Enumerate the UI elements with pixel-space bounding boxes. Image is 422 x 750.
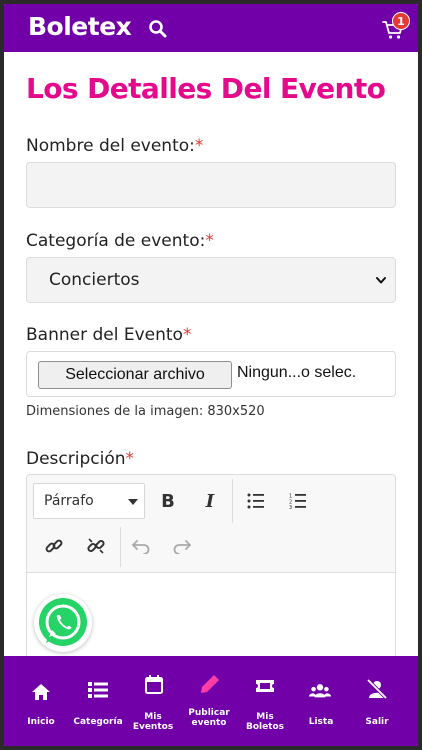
- event-name-label: Nombre del evento:*: [26, 136, 203, 156]
- description-label: Descripción*: [26, 449, 134, 469]
- search-icon[interactable]: [148, 19, 168, 39]
- nav-label: Lista: [308, 717, 334, 727]
- required-mark: *: [205, 231, 214, 251]
- numbered-list-button[interactable]: 1 2 3: [281, 484, 315, 518]
- nav-item-mis-eventos[interactable]: Mis Eventos: [130, 656, 176, 746]
- redo-button[interactable]: [165, 529, 199, 563]
- whatsapp-icon: [39, 598, 87, 646]
- unlink-button[interactable]: [79, 529, 113, 563]
- svg-text:3: 3: [289, 505, 292, 509]
- description-label-text: Descripción: [26, 449, 126, 469]
- unlink-icon: [87, 538, 105, 554]
- link-button[interactable]: [37, 529, 71, 563]
- banner-label: Banner del Evento*: [26, 325, 191, 345]
- bulleted-list-button[interactable]: [239, 484, 273, 518]
- required-mark: *: [125, 449, 135, 469]
- bold-button[interactable]: B: [151, 484, 185, 518]
- nav-label: Inicio: [27, 717, 55, 727]
- heading-select-value: Párrafo: [44, 493, 94, 509]
- nav-item-inicio[interactable]: Inicio: [18, 656, 64, 746]
- numbered-list-icon: 1 2 3: [289, 494, 306, 509]
- bulleted-list-icon: [247, 493, 264, 509]
- caret-down-icon: [128, 499, 138, 505]
- users-icon: [309, 684, 331, 698]
- app-screen: Boletex 1 Los Detalles Del Evento Nombre…: [4, 4, 418, 746]
- heading-select[interactable]: Párrafo: [33, 483, 145, 519]
- file-status-text: Ningun...o selec.: [237, 364, 357, 381]
- choose-file-button[interactable]: Seleccionar archivo: [38, 361, 232, 389]
- nav-label: Mis Boletos: [245, 712, 285, 732]
- nav-item-lista[interactable]: Lista: [298, 656, 344, 746]
- italic-button[interactable]: I: [193, 484, 227, 518]
- toolbar-divider: [232, 479, 233, 523]
- bottom-navigation: Inicio Categoría Mis Eventos Publicar ev…: [4, 656, 418, 746]
- undo-button[interactable]: [124, 529, 158, 563]
- event-category-label-text: Categoría de evento:: [26, 231, 206, 251]
- editor-toolbar: Párrafo B I 1 2 3: [27, 475, 395, 573]
- pen-icon: [201, 675, 219, 693]
- list-icon: [88, 682, 108, 698]
- nav-label: Publicar evento: [188, 708, 230, 728]
- undo-icon: [132, 540, 150, 554]
- toolbar-divider: [120, 527, 121, 567]
- event-category-value: Conciertos: [49, 270, 140, 290]
- nav-item-mis-boletos[interactable]: Mis Boletos: [242, 656, 288, 746]
- ticket-icon: [256, 680, 274, 692]
- banner-label-text: Banner del Evento: [26, 325, 183, 345]
- chevron-down-icon: [376, 277, 386, 284]
- nav-item-categoria[interactable]: Categoría: [72, 656, 124, 746]
- page-title: Los Detalles Del Evento: [26, 72, 386, 105]
- nav-item-publicar-evento[interactable]: Publicar evento: [184, 656, 234, 746]
- top-bar: Boletex 1: [4, 4, 418, 52]
- event-category-select[interactable]: Conciertos: [26, 257, 396, 303]
- required-mark: *: [194, 136, 204, 156]
- nav-label: Mis Eventos: [132, 712, 174, 732]
- boletex-logo[interactable]: Boletex: [28, 12, 132, 41]
- cart-count-badge: 1: [392, 12, 410, 30]
- banner-file-input: Seleccionar archivo Ningun...o selec.: [26, 351, 396, 397]
- event-name-label-text: Nombre del evento:: [26, 136, 195, 156]
- event-category-label: Categoría de evento:*: [26, 231, 214, 251]
- italic-icon: I: [205, 490, 215, 512]
- calendar-icon: [145, 675, 163, 694]
- nav-label: Salir: [365, 717, 389, 727]
- home-icon: [32, 684, 50, 700]
- redo-icon: [173, 540, 191, 554]
- nav-label: Categoría: [73, 717, 123, 727]
- nav-item-salir[interactable]: Salir: [354, 656, 400, 746]
- required-mark: *: [182, 325, 192, 345]
- user-slash-icon: [366, 678, 388, 700]
- link-icon: [45, 539, 63, 553]
- bold-icon: B: [161, 490, 175, 512]
- whatsapp-button[interactable]: [34, 594, 92, 652]
- event-name-input[interactable]: [26, 162, 396, 208]
- image-dimensions-hint: Dimensiones de la imagen: 830x520: [26, 404, 265, 419]
